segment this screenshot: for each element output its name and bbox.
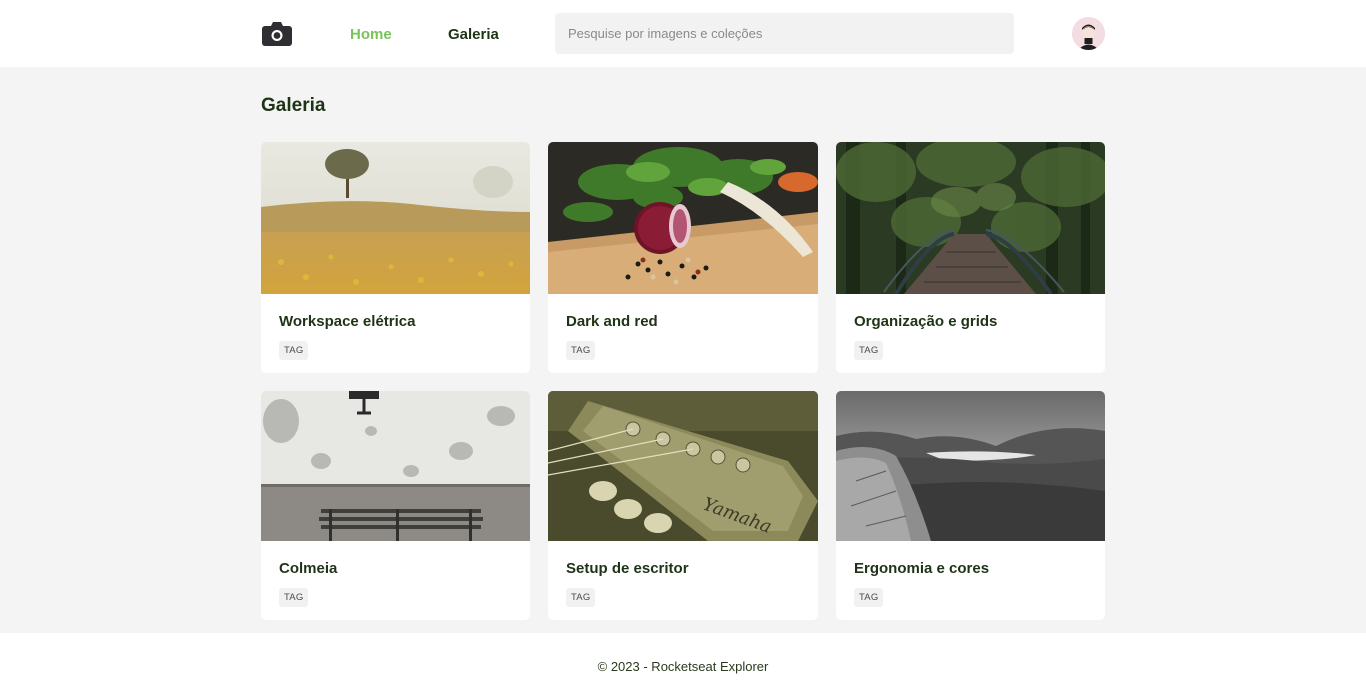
onion-vegetables-image [548, 142, 818, 294]
gallery-card[interactable]: Yamaha Setup de escritor TAG [548, 391, 818, 620]
gallery-card[interactable]: Ergonomia e cores TAG [836, 391, 1105, 620]
card-title: Dark and red [566, 313, 658, 330]
wheat-field-image [261, 142, 530, 294]
card-title: Workspace elétrica [279, 313, 416, 330]
card-title: Colmeia [279, 560, 338, 577]
user-avatar[interactable] [1072, 17, 1105, 50]
nav-home-link[interactable]: Home [350, 26, 392, 43]
card-title: Ergonomia e cores [854, 560, 990, 577]
card-tag: TAG [566, 588, 596, 607]
nav-gallery-link[interactable]: Galeria [448, 26, 499, 43]
gallery-grid: Workspace elétrica TAG Dark and red TAG … [261, 142, 1105, 620]
gallery-card[interactable]: Organização e grids TAG [836, 142, 1105, 373]
gallery-card[interactable]: Workspace elétrica TAG [261, 142, 530, 373]
card-tag: TAG [854, 588, 884, 607]
search-input[interactable] [555, 13, 1014, 54]
card-title: Organização e grids [854, 313, 998, 330]
card-tag: TAG [279, 341, 309, 360]
card-title: Setup de escritor [566, 560, 689, 577]
bench-wall-image [261, 391, 530, 541]
guitar-headstock-image: Yamaha [548, 391, 818, 541]
mountain-valley-image [836, 391, 1105, 541]
copyright-text: © 2023 - Rocketseat Explorer [597, 659, 769, 674]
gallery-section: Galeria Workspace elétrica TAG Dark and … [0, 67, 1366, 633]
card-tag: TAG [279, 588, 309, 607]
page-footer: © 2023 - Rocketseat Explorer [0, 633, 1366, 699]
card-tag: TAG [854, 341, 884, 360]
page-title: Galeria [261, 95, 326, 116]
camera-icon[interactable] [262, 22, 292, 46]
card-tag: TAG [566, 341, 596, 360]
gallery-card[interactable]: Dark and red TAG [548, 142, 818, 373]
top-header: Home Galeria [0, 0, 1366, 67]
gallery-card[interactable]: Colmeia TAG [261, 391, 530, 620]
forest-bridge-image [836, 142, 1105, 294]
